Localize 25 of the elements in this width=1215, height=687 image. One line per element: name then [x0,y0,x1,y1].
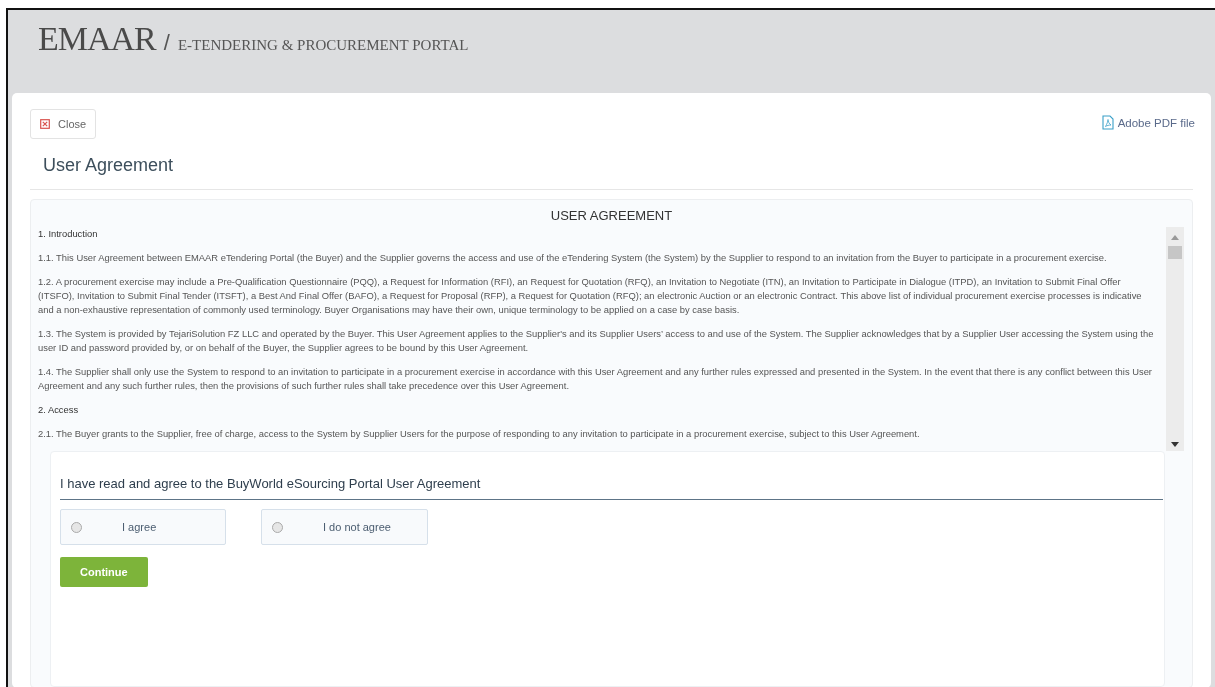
pdf-file-icon [1101,115,1114,130]
portal-title: E-TENDERING & PROCUREMENT PORTAL [177,37,469,54]
close-button[interactable]: Close [30,109,97,139]
scroll-up-icon[interactable] [1171,235,1179,240]
logo: EMAAR [38,20,156,58]
clause-paragraph: 1.3. The System is provided by TejariSolution FZ LLC and operated by the Buyer. This User Agreement applies to the Supplier's and its Supplier Users’ access to and use of the System. The Supplier acknowledges that by a Supplier User accessing the System using the user ID and password provided by, or on behalf of the Buyer, the Supplier agrees to be bound by this User Agreement. [38,327,1154,355]
scroll-down-icon[interactable] [1171,442,1179,447]
radio-button[interactable] [272,521,283,533]
radio-option[interactable]: I agree [60,509,226,545]
clause-paragraph: 2.1. The Buyer grants to the Supplier, free of charge, access to the System by Supplier Users for the purpose of responding to any invitation to participate in a procurement exercise, subject to this User Agreement. [38,427,921,441]
scrollbar[interactable] [1166,227,1184,451]
agreement-heading: USER AGREEMENT [549,207,674,225]
radio-option[interactable]: I do not agree [261,509,428,545]
clause-paragraph: 1.4. The Supplier shall only use the System to respond to an invitation to participate in a procurement exercise in accordance with this User Agreement and any further rules expressed and presented in the System. In the event that there is any conflict between this User Agreement and any such further rules, then the provisions of such further rules shall take precedence over this User Agreement. [38,365,1153,393]
radio-button[interactable] [71,521,82,533]
clause-paragraph: 1.1. This User Agreement between EMAAR eTendering Portal (the Buyer) and the Supplier governs the access and use of the eTendering System (the System) by the Supplier to respond to an invitation from the Buyer to participate in a procurement exercise. [38,251,1108,265]
separator: / [163,30,170,56]
page-title: User Agreement [30,139,1193,190]
close-icon [40,119,50,129]
scrollbar-thumb[interactable] [1168,246,1182,259]
section-heading: 1. Introduction [38,227,99,241]
section-heading: 2. Access [38,403,80,417]
pdf-link[interactable]: Adobe PDF file [1101,115,1195,130]
consent-question: I have read and agree to the BuyWorld eSourcing Portal User Agreement [60,476,1163,500]
clause-paragraph: 1.2. A procurement exercise may include a Pre-Qualification Questionnaire (PQQ), a Request for Information (RFI), an Request for Quotation (RFQ), an Invitation to Negotiate (ITN), an Invitation to Participate in Dialogue (ITPD), an Invitation to Submit Final Offer (ITSFO), Invitation to Submit Final Tender (ITSFT), a Best And Final Offer (BAFO), a Request for Proposal (RFP), a Request for Quotation (RFQ); an electronic Auction or an electronic Contract. This above list of individual procurement exercise processes is indicative and a non-exhaustive representation of commonly used terminology. Buyer Organisations may have their own, unique terminology to be applied on a case by case basis. [38,275,1143,317]
